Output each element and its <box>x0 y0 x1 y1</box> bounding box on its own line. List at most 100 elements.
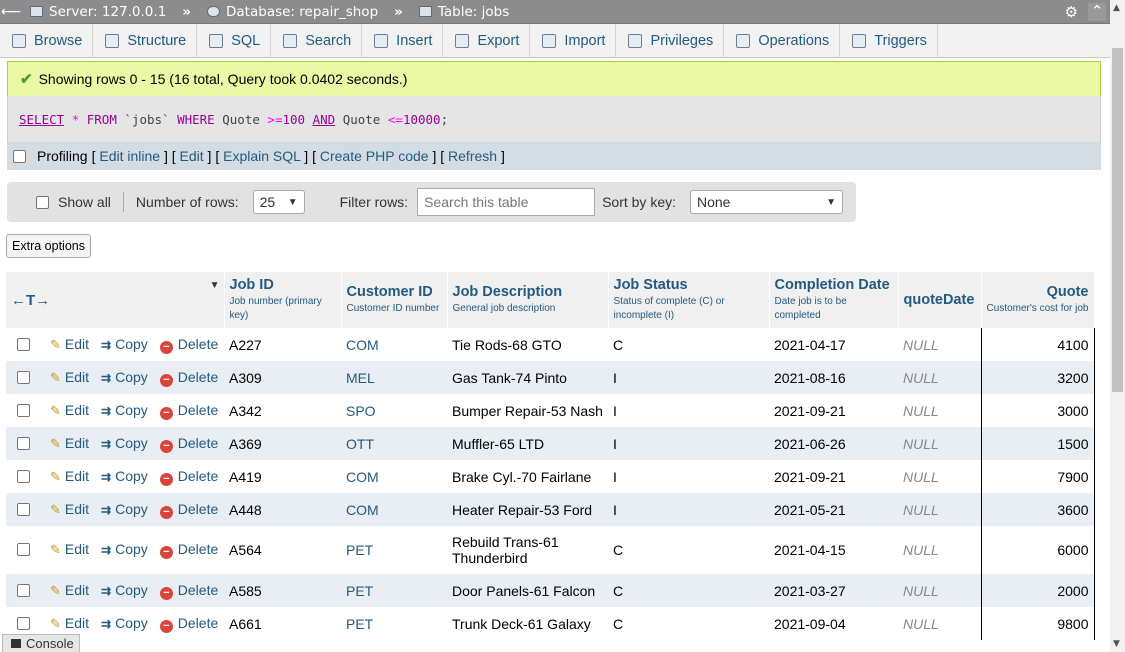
edit-button[interactable]: ✎ Edit <box>50 336 89 352</box>
table-row[interactable]: ✎ Edit ⇉ Copy − Delete A419 COM Brake Cyl.-70 Fa… <box>6 460 1095 493</box>
row-checkbox[interactable] <box>17 469 30 483</box>
row-checkbox[interactable] <box>17 583 30 597</box>
tab-privileges[interactable]: Privileges <box>616 24 725 58</box>
delete-button[interactable]: − Delete <box>159 369 218 387</box>
column-name[interactable]: quoteDate <box>904 292 976 308</box>
tab-insert[interactable]: Insert <box>362 24 444 58</box>
edit-button[interactable]: ✎ Edit <box>50 582 89 598</box>
breadcrumb-server[interactable]: Server: 127.0.0.1 <box>30 4 166 20</box>
copy-button[interactable]: ⇉ Copy <box>101 435 148 451</box>
profiling-link-edit[interactable]: Edit <box>180 148 204 164</box>
vertical-scrollbar[interactable]: ▲ ▼ <box>1110 0 1125 652</box>
extra-options-button[interactable]: Extra options <box>6 234 91 258</box>
column-header[interactable]: Job Status Status of complete (C) or inco… <box>608 272 770 328</box>
column-header[interactable]: quoteDate <box>898 272 982 328</box>
delete-button[interactable]: − Delete <box>159 615 218 633</box>
column-name[interactable]: Completion Date <box>775 277 893 293</box>
tab-operations[interactable]: Operations <box>724 24 841 58</box>
column-name[interactable]: Customer ID <box>347 284 442 300</box>
copy-button[interactable]: ⇉ Copy <box>101 402 148 418</box>
rows-select[interactable]: 25 ▼ <box>252 190 305 214</box>
collapse-icon[interactable]: ⌃ <box>1088 2 1106 21</box>
row-checkbox[interactable] <box>17 616 30 630</box>
column-header[interactable]: Job Description General job description <box>447 272 609 328</box>
column-header[interactable]: Completion Date Date job is to be complet… <box>769 272 899 328</box>
filter-rows-input[interactable]: Search this table <box>417 188 596 216</box>
delete-button[interactable]: − Delete <box>159 336 218 354</box>
column-name[interactable]: Job Status <box>614 277 764 293</box>
delete-button[interactable]: − Delete <box>159 582 218 600</box>
column-name[interactable]: Quote <box>987 284 1089 300</box>
column-header[interactable]: Customer ID Customer ID number <box>341 272 448 328</box>
column-name[interactable]: Job Description <box>453 284 603 300</box>
row-checkbox[interactable] <box>17 403 30 417</box>
back-arrow-icon[interactable]: ⟵ <box>0 4 22 20</box>
tab-browse[interactable]: Browse <box>0 24 94 58</box>
row-checkbox[interactable] <box>17 436 30 450</box>
column-header[interactable]: Quote Customer's cost for job <box>981 272 1095 328</box>
edit-button[interactable]: ✎ Edit <box>50 501 89 517</box>
delete-button[interactable]: − Delete <box>159 435 218 453</box>
delete-button[interactable]: − Delete <box>159 501 218 519</box>
delete-button[interactable]: − Delete <box>159 468 218 486</box>
customer-id-cell[interactable]: COM <box>341 460 447 493</box>
console-button[interactable]: Console <box>2 634 80 652</box>
row-checkbox[interactable] <box>17 370 30 384</box>
scroll-down-icon[interactable]: ▼ <box>1113 639 1120 649</box>
breadcrumb-database[interactable]: Database: repair_shop <box>207 4 378 20</box>
delete-button[interactable]: − Delete <box>159 541 218 559</box>
row-checkbox[interactable] <box>17 502 30 516</box>
scroll-up-icon[interactable]: ▲ <box>1113 3 1120 13</box>
breadcrumb-table[interactable]: Table: jobs <box>418 4 509 20</box>
row-checkbox[interactable] <box>17 543 30 556</box>
table-row[interactable]: ✎ Edit ⇉ Copy − Delete A309 MEL Gas Tank-74 Pint… <box>6 361 1095 394</box>
column-name[interactable]: Job ID <box>230 277 336 293</box>
copy-button[interactable]: ⇉ Copy <box>101 369 148 385</box>
edit-button[interactable]: ✎ Edit <box>50 468 89 484</box>
row-checkbox[interactable] <box>17 337 30 351</box>
profiling-link-edit-inline[interactable]: Edit inline <box>99 148 160 164</box>
table-row[interactable]: ✎ Edit ⇉ Copy − Delete A448 COM Heater Repair-53… <box>6 493 1095 526</box>
scrollbar-thumb[interactable] <box>1112 48 1123 392</box>
profiling-link-create-php-code[interactable]: Create PHP code <box>320 148 429 164</box>
sql-query-display[interactable]: SELECT * FROM `jobs` WHERE Quote >= 100 A… <box>7 96 1101 142</box>
copy-button[interactable]: ⇉ Copy <box>101 582 148 598</box>
customer-id-cell[interactable]: OTT <box>341 427 447 460</box>
profiling-checkbox[interactable] <box>13 149 26 163</box>
customer-id-cell[interactable]: PET <box>341 526 447 574</box>
customer-id-cell[interactable]: SPO <box>341 394 447 427</box>
profiling-link-explain-sql[interactable]: Explain SQL <box>223 148 300 164</box>
edit-button[interactable]: ✎ Edit <box>50 435 89 451</box>
edit-button[interactable]: ✎ Edit <box>50 369 89 385</box>
customer-id-cell[interactable]: MEL <box>341 361 447 394</box>
table-row[interactable]: ✎ Edit ⇉ Copy − Delete A342 SPO Bumper Repair-53… <box>6 394 1095 427</box>
copy-button[interactable]: ⇉ Copy <box>101 615 148 631</box>
move-columns-icon[interactable]: ←T→ <box>11 292 50 309</box>
table-row[interactable]: ✎ Edit ⇉ Copy − Delete A564 PET Rebuild Trans-61… <box>6 526 1095 574</box>
edit-button[interactable]: ✎ Edit <box>50 615 89 631</box>
table-row[interactable]: ✎ Edit ⇉ Copy − Delete A585 PET Door Panels-61 F… <box>6 574 1095 607</box>
column-options-icon[interactable]: ▼ <box>210 280 220 291</box>
gear-icon[interactable]: ⚙ <box>1065 3 1078 21</box>
tab-structure[interactable]: Structure <box>93 24 198 58</box>
edit-button[interactable]: ✎ Edit <box>50 402 89 418</box>
table-row[interactable]: ✎ Edit ⇉ Copy − Delete A227 COM Tie Rods-68 GTO C… <box>6 328 1095 361</box>
delete-button[interactable]: − Delete <box>159 402 218 420</box>
profiling-link-refresh[interactable]: Refresh <box>448 148 497 164</box>
sort-select[interactable]: None ▼ <box>690 190 843 214</box>
tab-import[interactable]: Import <box>530 24 617 58</box>
tab-sql[interactable]: SQL <box>197 24 272 58</box>
copy-button[interactable]: ⇉ Copy <box>101 336 148 352</box>
copy-button[interactable]: ⇉ Copy <box>101 468 148 484</box>
customer-id-cell[interactable]: PET <box>341 607 447 640</box>
table-row[interactable]: ✎ Edit ⇉ Copy − Delete A661 PET Trunk Deck-61 Ga… <box>6 607 1095 640</box>
tab-triggers[interactable]: Triggers <box>840 24 938 58</box>
customer-id-cell[interactable]: COM <box>341 493 447 526</box>
table-row[interactable]: ✎ Edit ⇉ Copy − Delete A369 OTT Muffler-65 LTD I 2… <box>6 427 1095 460</box>
edit-button[interactable]: ✎ Edit <box>50 541 89 557</box>
tab-search[interactable]: Search <box>271 24 363 58</box>
show-all-checkbox[interactable] <box>36 195 49 209</box>
column-header[interactable]: Job ID Job number (primary key) <box>224 272 342 328</box>
copy-button[interactable]: ⇉ Copy <box>101 541 148 557</box>
tab-export[interactable]: Export <box>443 24 531 58</box>
